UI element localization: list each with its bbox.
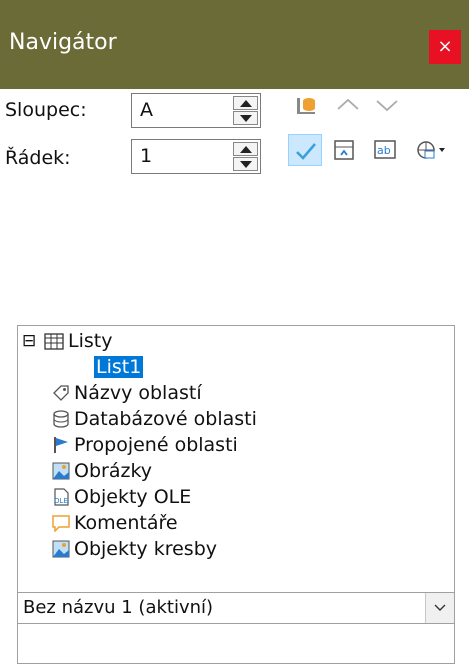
row-value[interactable]: 1 — [140, 145, 152, 167]
linked-areas-icon — [54, 437, 68, 453]
row-spinbox[interactable]: 1 — [131, 139, 261, 174]
tree-label-drawings: Objekty kresby — [74, 538, 218, 560]
drawing-icon — [52, 540, 70, 558]
title-bar: Navigátor × — [0, 0, 469, 89]
contents-icon[interactable]: ab — [369, 134, 403, 166]
row-up-button[interactable] — [233, 142, 258, 156]
ole-icon: OLE — [54, 488, 69, 506]
close-button[interactable]: × — [429, 30, 461, 64]
previous-icon[interactable] — [331, 89, 365, 121]
document-select[interactable]: Bez názvu 1 (aktivní) — [17, 592, 455, 624]
tree-item-list1[interactable]: List1 — [94, 354, 144, 380]
next-icon[interactable] — [370, 89, 404, 121]
column-spinbox[interactable]: A — [131, 93, 261, 128]
range-names-icon — [53, 385, 69, 401]
chevron-down-icon[interactable] — [425, 593, 454, 623]
tree-label-list1: List1 — [94, 356, 144, 378]
navigator-panel: Sloupec: A Řádek: 1 ab ⊟ Listy List1 Náz… — [0, 89, 469, 664]
column-up-button[interactable] — [233, 96, 258, 110]
tree-label-range-names: Názvy oblastí — [74, 382, 202, 404]
tree-label-ole: Objekty OLE — [74, 486, 192, 508]
drag-mode-icon[interactable] — [410, 134, 445, 166]
row-down-button[interactable] — [233, 157, 258, 171]
column-value[interactable]: A — [140, 99, 153, 121]
scenarios-icon[interactable] — [328, 134, 362, 166]
toggle-icon[interactable] — [288, 134, 322, 166]
tree-label-database: Databázové oblasti — [74, 408, 257, 430]
image-icon — [52, 462, 70, 480]
data-range-icon[interactable] — [290, 89, 324, 121]
database-icon — [53, 410, 69, 428]
tree-label-images: Obrázky — [74, 460, 153, 482]
svg-text:ab: ab — [377, 144, 391, 157]
row-label: Řádek: — [5, 147, 71, 169]
tree-label-sheets: Listy — [68, 330, 113, 352]
comment-icon — [52, 515, 70, 532]
column-down-button[interactable] — [233, 111, 258, 125]
window-title: Navigátor — [9, 30, 117, 55]
sheets-icon — [44, 333, 64, 350]
column-label: Sloupec: — [5, 99, 87, 121]
tree-label-linked-areas: Propojené oblasti — [74, 434, 238, 456]
svg-text:OLE: OLE — [54, 497, 68, 505]
collapse-icon[interactable]: ⊟ — [22, 328, 36, 354]
tree-label-comments: Komentáře — [74, 512, 178, 534]
document-select-value: Bez názvu 1 (aktivní) — [23, 597, 214, 618]
